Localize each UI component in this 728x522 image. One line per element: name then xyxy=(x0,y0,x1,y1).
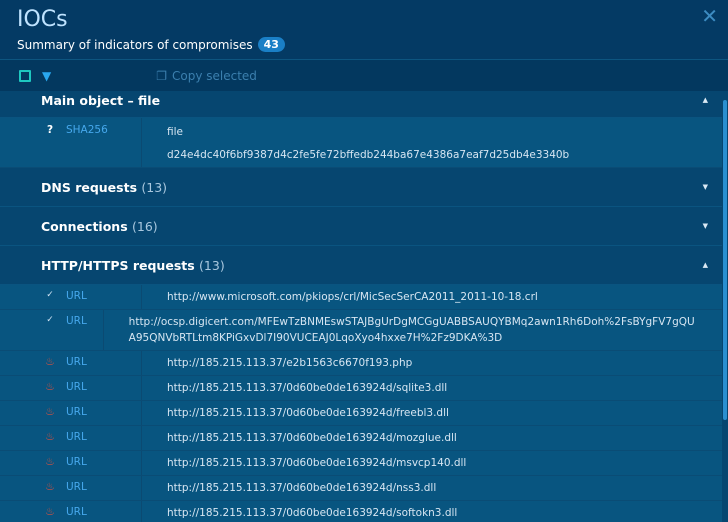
section-dns[interactable]: DNS requests (13) ▼ xyxy=(0,168,722,207)
table-row[interactable]: ♨ URL http://185.215.113.37/0d60be0de16392… xyxy=(0,476,722,501)
close-icon[interactable]: ✕ xyxy=(701,4,718,28)
row-key: URL xyxy=(66,456,87,468)
row-value: http://185.215.113.37/0d60be0de163924d/s… xyxy=(167,382,448,394)
row-key: URL xyxy=(66,506,87,518)
table-row[interactable]: ♨ URL http://185.215.113.37/0d60be0de16392… xyxy=(0,501,722,522)
section-title: Main object – file xyxy=(41,92,161,108)
chevron-up-icon[interactable]: ▲ xyxy=(703,96,708,104)
section-main-object[interactable]: Main object – file ▲ xyxy=(0,91,722,118)
page-title: IOCs xyxy=(17,7,68,32)
row-key: URL xyxy=(66,481,87,493)
row-value: http://www.microsoft.com/pkiops/crl/MicS… xyxy=(167,291,538,303)
scrollbar[interactable] xyxy=(722,91,728,522)
row-key: URL xyxy=(66,431,87,443)
filter-icon[interactable]: ▼ xyxy=(42,69,51,83)
fire-icon: ♨ xyxy=(45,456,55,468)
row-value: http://185.215.113.37/0d60be0de163924d/s… xyxy=(167,507,458,519)
question-icon: ? xyxy=(46,124,54,136)
fire-icon: ♨ xyxy=(45,381,55,393)
section-count: (16) xyxy=(132,218,158,234)
subtitle: Summary of indicators of compromises 43 xyxy=(17,37,711,52)
table-row[interactable]: ✓ URL http://www.microsoft.com/pkiops/crl/… xyxy=(0,285,722,310)
count-badge: 43 xyxy=(257,37,285,52)
row-value: http://185.215.113.37/0d60be0de163924d/m… xyxy=(167,432,457,444)
chevron-down-icon[interactable]: ▼ xyxy=(703,222,708,230)
table-row[interactable]: ? SHA256 file d24e4dc40f6bf9387d4c2fe5fe72… xyxy=(0,118,722,168)
row-value: d24e4dc40f6bf9387d4c2fe5fe72bffedb244ba6… xyxy=(167,149,570,161)
toolbar: ▼ ❐ Copy selected xyxy=(0,60,728,91)
fire-icon: ♨ xyxy=(45,406,55,418)
table-row[interactable]: ♨ URL http://185.215.113.37/0d60be0de16392… xyxy=(0,426,722,451)
row-key: SHA256 xyxy=(66,124,108,136)
row-key: URL xyxy=(66,315,87,327)
fire-icon: ♨ xyxy=(45,481,55,493)
section-title: Connections xyxy=(41,218,128,234)
row-value: http://ocsp.digicert.com/MFEwTzBNMEswSTA… xyxy=(128,316,695,344)
fire-icon: ♨ xyxy=(45,506,55,518)
check-circle-icon: ✓ xyxy=(46,290,54,300)
table-row[interactable]: ♨ URL http://185.215.113.37/0d60be0de16392… xyxy=(0,401,722,426)
copy-icon: ❐ xyxy=(156,68,167,83)
row-value: http://185.215.113.37/e2b1563c6670f193.p… xyxy=(167,357,413,369)
row-value: http://185.215.113.37/0d60be0de163924d/f… xyxy=(167,407,449,419)
section-connections[interactable]: Connections (16) ▼ xyxy=(0,207,722,246)
row-key: URL xyxy=(66,290,87,302)
row-value: http://185.215.113.37/0d60be0de163924d/m… xyxy=(167,457,467,469)
section-title: DNS requests xyxy=(41,179,138,195)
table-row[interactable]: ♨ URL http://185.215.113.37/0d60be0de16392… xyxy=(0,376,722,401)
row-key: URL xyxy=(66,406,87,418)
dialog-header: IOCs Summary of indicators of compromise… xyxy=(0,0,728,60)
ioc-list: Main object – file ▲ ? SHA256 file d24e4dc… xyxy=(0,91,722,522)
row-type: file xyxy=(167,126,183,138)
section-title: HTTP/HTTPS requests xyxy=(41,257,195,273)
check-circle-icon: ✓ xyxy=(46,315,54,325)
fire-icon: ♨ xyxy=(45,431,55,443)
section-count: (13) xyxy=(141,179,168,195)
table-row[interactable]: ♨ URL http://185.215.113.37/0d60be0de16392… xyxy=(0,451,722,476)
row-value: http://185.215.113.37/0d60be0de163924d/n… xyxy=(167,482,437,494)
http-rows: ✓ URL http://www.microsoft.com/pkiops/crl/… xyxy=(0,285,722,522)
fire-icon: ♨ xyxy=(45,356,55,368)
table-row[interactable]: ✓ URL http://ocsp.digicert.com/MFEwTzBNMEs… xyxy=(0,310,722,351)
table-row[interactable]: ♨ URL http://185.215.113.37/e2b1563c6670f1… xyxy=(0,351,722,376)
chevron-down-icon[interactable]: ▼ xyxy=(703,183,708,191)
subtitle-text: Summary of indicators of compromises xyxy=(17,37,253,52)
row-key: URL xyxy=(66,381,87,393)
copy-selected-button[interactable]: ❐ Copy selected xyxy=(156,69,257,83)
row-key: URL xyxy=(66,356,87,368)
scrollbar-thumb[interactable] xyxy=(723,100,727,420)
copy-label: Copy selected xyxy=(172,68,257,83)
section-http[interactable]: HTTP/HTTPS requests (13) ▲ xyxy=(0,246,722,285)
section-count: (13) xyxy=(199,257,225,273)
chevron-up-icon[interactable]: ▲ xyxy=(703,261,708,269)
select-all-checkbox[interactable] xyxy=(19,69,31,82)
